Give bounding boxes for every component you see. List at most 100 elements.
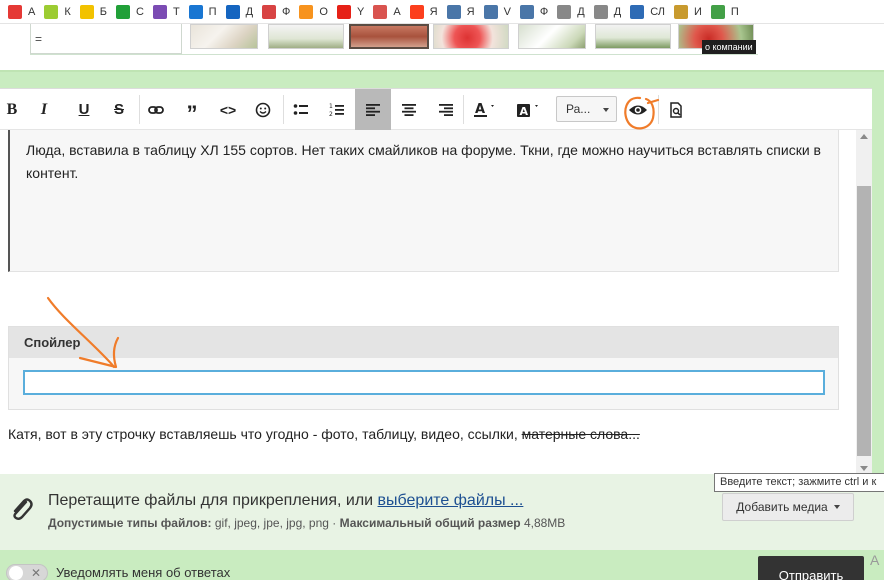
bookmark-label: Ф [539, 5, 549, 18]
numbered-list-button[interactable]: 12 [321, 89, 353, 130]
bookmark-item[interactable]: Я [406, 0, 443, 24]
editor-tooltip: Введите текст; зажмите ctrl и к [714, 473, 884, 492]
bookmark-item[interactable]: Б [76, 0, 112, 24]
bookmark-label: Т [172, 5, 180, 18]
page-frame-top [0, 70, 884, 88]
numbered-list-icon: 12 [329, 103, 344, 118]
align-right-icon [439, 103, 453, 116]
bookmarks-bar: А К Б С Т П Д Ф О Y А Я Я V Ф Д Д СЛ И П [0, 0, 884, 24]
drop-files-label: Перетащите файлы для прикрепления, или [48, 492, 378, 509]
align-center-icon [402, 103, 416, 116]
bookmark-item[interactable]: Ф [516, 0, 553, 24]
bookmark-label: П [730, 5, 739, 18]
svg-text:1: 1 [329, 103, 333, 110]
site-favicon [225, 4, 240, 19]
paragraph-style-select[interactable]: Ра... [556, 96, 617, 122]
chevron-down-icon [833, 505, 840, 509]
left-text-box[interactable]: = [30, 24, 182, 54]
message-text: Катя, вот в эту строчку вставляешь что у… [8, 426, 640, 442]
bookmark-label: Д [577, 5, 585, 18]
svg-text:A: A [520, 105, 529, 118]
bookmark-item[interactable]: С [112, 0, 149, 24]
bullet-list-button[interactable] [285, 89, 317, 130]
svg-text:2: 2 [329, 111, 333, 118]
vk-icon [446, 4, 461, 19]
thumbnail-image[interactable] [433, 24, 509, 49]
scrollbar-thumb[interactable] [857, 186, 871, 456]
quoted-message: Люда, вставила в таблицу ХЛ 155 сортов. … [8, 130, 839, 272]
insert-link-button[interactable] [140, 89, 172, 130]
code-button[interactable]: <> [212, 89, 244, 130]
thumbnail-image[interactable] [268, 24, 344, 49]
italic-icon: I [40, 100, 48, 118]
preview-page-button[interactable] [660, 89, 692, 130]
bookmark-item[interactable]: Я [443, 0, 480, 24]
bookmark-item[interactable]: Т [149, 0, 185, 24]
background-color-button[interactable]: A [508, 89, 548, 130]
scroll-up-icon[interactable] [860, 134, 868, 139]
thumbnail-image[interactable] [595, 24, 671, 49]
bookmark-item[interactable]: П [185, 0, 222, 24]
bookmark-item[interactable]: О [295, 0, 333, 24]
odnoklassniki-icon [299, 4, 314, 19]
paragraph-style-value: Ра... [566, 102, 591, 116]
bookmark-item[interactable]: А [369, 0, 405, 24]
bookmark-item[interactable]: П [707, 0, 744, 24]
notify-replies-toggle[interactable]: ✕ [6, 564, 48, 580]
italic-button[interactable]: I [28, 89, 60, 130]
editor-content[interactable]: Люда, вставила в таблицу ХЛ 155 сортов. … [0, 130, 856, 475]
underline-button[interactable]: U [68, 89, 100, 130]
align-left-button[interactable] [355, 89, 391, 130]
strip-divider [30, 54, 758, 55]
notify-replies-label[interactable]: Уведомлять меня об ответах [56, 565, 230, 580]
corner-icon: A [870, 552, 880, 568]
site-favicon [44, 4, 59, 19]
toolbar-separator [658, 95, 659, 124]
text-color-button[interactable]: A [466, 89, 506, 130]
bookmark-label: О [319, 5, 328, 18]
thumbnail-image[interactable] [349, 24, 429, 49]
info-separator: · [332, 516, 337, 530]
strikethrough-button[interactable]: S [103, 89, 135, 130]
scroll-down-icon[interactable] [860, 466, 868, 471]
bookmark-item[interactable]: И [670, 0, 707, 24]
quote-button[interactable]: ” [176, 89, 208, 130]
thumbnail-image[interactable] [190, 24, 258, 49]
align-center-button[interactable] [393, 89, 425, 130]
about-company-label[interactable]: о компании [702, 40, 756, 54]
editor-toolbar: B I U S ” <> 1 2 A A Ра... [0, 89, 872, 130]
submit-reply-label: Отправить [778, 567, 844, 580]
align-right-button[interactable] [430, 89, 462, 130]
site-favicon [674, 4, 688, 19]
document-icon [593, 4, 608, 19]
bookmark-item[interactable]: Д [590, 0, 626, 24]
message-strikethrough-text: матерные слова... [521, 426, 640, 442]
thumbnail-image[interactable] [518, 24, 586, 49]
toolbar-separator [463, 95, 464, 124]
bookmark-item[interactable]: Д [222, 0, 258, 24]
choose-files-link[interactable]: выберите файлы ... [378, 492, 524, 509]
bookmark-item[interactable]: СЛ [626, 0, 670, 24]
document-preview-icon [670, 101, 682, 118]
editor-scrollbar[interactable] [856, 130, 872, 475]
bookmark-item[interactable]: Д [553, 0, 589, 24]
bookmark-item[interactable]: Y [333, 0, 369, 24]
bold-button[interactable]: B [0, 89, 28, 130]
bookmark-item[interactable]: Ф [258, 0, 295, 24]
spoiler-title: Спойлер [9, 327, 838, 358]
add-media-button[interactable]: Добавить медиа [722, 493, 854, 521]
bookmark-item[interactable]: V [480, 0, 516, 24]
bookmark-item[interactable]: А [4, 0, 40, 24]
bookmark-item[interactable]: К [40, 0, 75, 24]
spoiler-content-input[interactable] [23, 370, 825, 395]
message-main-text: Катя, вот в эту строчку вставляешь что у… [8, 426, 522, 442]
bookmark-label: Я [466, 5, 475, 18]
submit-reply-button[interactable]: Отправить [758, 556, 864, 580]
preview-toggle-button[interactable] [622, 89, 654, 130]
youtube-icon [336, 4, 351, 19]
link-icon [148, 105, 164, 114]
top-strip: = о компании [0, 24, 884, 70]
smilies-button[interactable] [247, 89, 279, 130]
chevron-down-icon [603, 108, 609, 112]
strikethrough-icon: S [113, 101, 124, 118]
